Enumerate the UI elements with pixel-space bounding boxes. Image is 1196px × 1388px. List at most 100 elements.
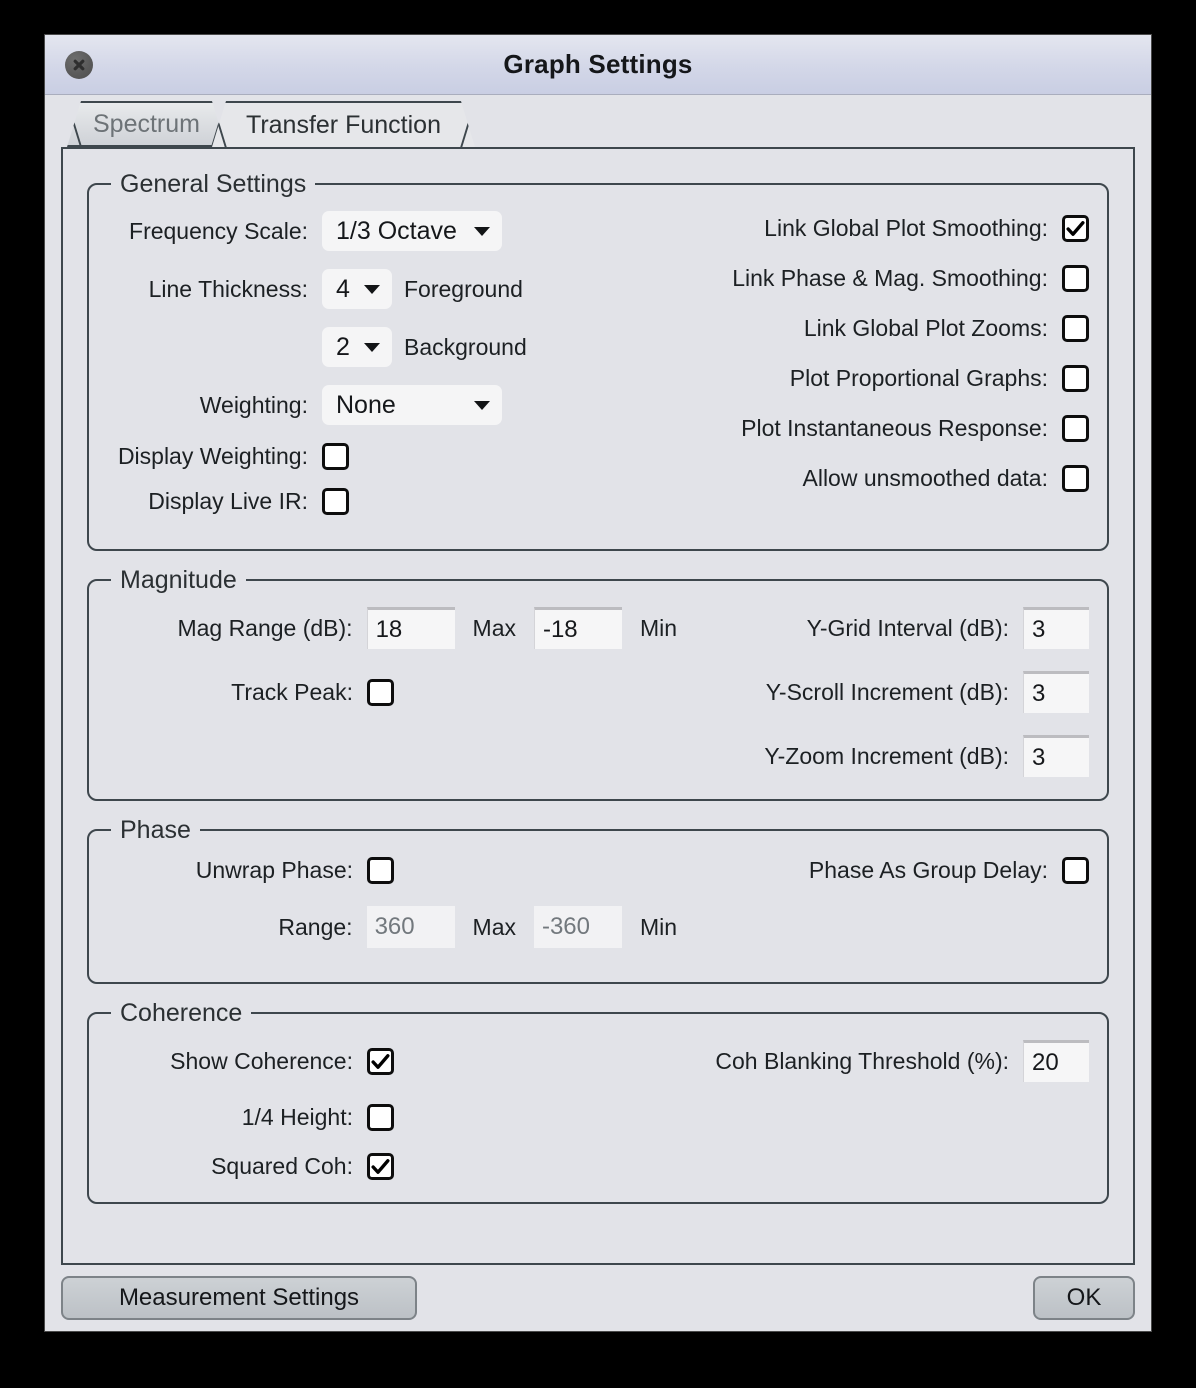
field-link-global-plot-smoothing: Link Global Plot Smoothing: xyxy=(607,215,1089,242)
chevron-down-icon xyxy=(364,284,380,294)
track-peak-checkbox[interactable] xyxy=(367,678,394,706)
phase-as-group-delay-label: Phase As Group Delay: xyxy=(808,857,1048,883)
field-display-weighting: Display Weighting: xyxy=(107,443,607,470)
mag-range-min-label: Min xyxy=(639,614,677,641)
display-weighting-label: Display Weighting: xyxy=(117,443,308,469)
weighting-value: None xyxy=(336,390,396,419)
link-global-plot-zooms-checkbox[interactable] xyxy=(1062,315,1089,342)
y-zoom-increment-input[interactable] xyxy=(1023,735,1089,777)
y-grid-interval-label: Y-Grid Interval (dB): xyxy=(806,614,1009,641)
group-general-settings-legend: General Settings xyxy=(111,170,316,199)
link-global-plot-zooms-label: Link Global Plot Zooms: xyxy=(803,315,1048,341)
coh-blanking-threshold-input[interactable] xyxy=(1023,1040,1089,1082)
squared-coh-checkbox[interactable] xyxy=(367,1153,394,1180)
foreground-label: Foreground xyxy=(404,275,523,302)
show-coherence-label: Show Coherence: xyxy=(170,1047,353,1074)
frequency-scale-dropdown[interactable]: 1/3 Octave xyxy=(322,211,502,251)
page-title: Graph Settings xyxy=(503,49,693,79)
tab-transfer-function-label: Transfer Function xyxy=(245,110,441,139)
quarter-height-label: 1/4 Height: xyxy=(241,1104,353,1130)
phase-range-max-label: Max xyxy=(472,913,516,940)
field-line-thickness-background: 2 Background xyxy=(107,327,607,367)
line-thickness-foreground-value: 4 xyxy=(336,274,350,303)
phase-range-min-input[interactable] xyxy=(533,906,622,948)
chevron-down-icon xyxy=(474,400,490,410)
chevron-down-icon xyxy=(364,342,380,352)
y-grid-interval-input[interactable] xyxy=(1023,607,1089,649)
display-weighting-checkbox[interactable] xyxy=(322,443,349,470)
measurement-settings-button[interactable]: Measurement Settings xyxy=(61,1276,417,1320)
unwrap-phase-checkbox[interactable] xyxy=(367,857,394,884)
tab-spectrum[interactable]: Spectrum xyxy=(67,101,226,147)
line-thickness-background-dropdown[interactable]: 2 xyxy=(322,327,392,367)
field-y-zoom-increment: Y-Zoom Increment (dB): xyxy=(107,735,1089,777)
line-thickness-label: Line Thickness: xyxy=(148,275,308,302)
tab-transfer-function[interactable]: Transfer Function xyxy=(212,101,475,147)
link-phase-mag-smoothing-checkbox[interactable] xyxy=(1062,265,1089,292)
mag-range-max-input[interactable] xyxy=(366,607,455,649)
field-weighting: Weighting: None xyxy=(107,385,607,425)
track-peak-label: Track Peak: xyxy=(231,678,353,705)
field-show-coherence: Show Coherence: Coh Blanking Threshold (… xyxy=(107,1040,1089,1082)
graph-settings-dialog: Graph Settings Spectrum Transfer Functio… xyxy=(45,35,1151,1331)
line-thickness-foreground-dropdown[interactable]: 4 xyxy=(322,269,392,309)
field-mag-range: Mag Range (dB): Max Min Y-Grid Interval … xyxy=(107,607,1089,649)
close-icon[interactable] xyxy=(65,50,93,79)
phase-range-min-label: Min xyxy=(639,913,677,940)
weighting-label: Weighting: xyxy=(199,391,308,418)
weighting-dropdown[interactable]: None xyxy=(322,385,502,425)
mag-range-label: Mag Range (dB): xyxy=(177,614,353,641)
ok-button[interactable]: OK xyxy=(1033,1276,1135,1320)
field-allow-unsmoothed-data: Allow unsmoothed data: xyxy=(607,465,1089,492)
y-scroll-increment-label: Y-Scroll Increment (dB): xyxy=(765,678,1009,705)
tab-bar: Spectrum Transfer Function xyxy=(45,95,1151,147)
field-link-global-plot-zooms: Link Global Plot Zooms: xyxy=(607,315,1089,342)
field-track-peak: Track Peak: Y-Scroll Increment (dB): xyxy=(107,671,1089,713)
field-plot-proportional-graphs: Plot Proportional Graphs: xyxy=(607,365,1089,392)
allow-unsmoothed-data-label: Allow unsmoothed data: xyxy=(802,465,1049,491)
plot-instantaneous-response-label: Plot Instantaneous Response: xyxy=(741,415,1048,441)
quarter-height-checkbox[interactable] xyxy=(367,1104,394,1131)
plot-proportional-graphs-checkbox[interactable] xyxy=(1062,365,1089,392)
field-link-phase-mag-smoothing: Link Phase & Mag. Smoothing: xyxy=(607,265,1089,292)
field-plot-instantaneous-response: Plot Instantaneous Response: xyxy=(607,415,1089,442)
link-global-plot-smoothing-checkbox[interactable] xyxy=(1062,215,1089,242)
plot-instantaneous-response-checkbox[interactable] xyxy=(1062,415,1089,442)
field-quarter-height: 1/4 Height: xyxy=(107,1104,1089,1131)
mag-range-max-label: Max xyxy=(472,614,516,641)
phase-as-group-delay-checkbox[interactable] xyxy=(1062,857,1089,884)
group-magnitude-legend: Magnitude xyxy=(111,566,246,595)
field-phase-range: Range: Max Min xyxy=(107,906,1089,948)
titlebar: Graph Settings xyxy=(45,35,1151,95)
dialog-footer: Measurement Settings OK xyxy=(45,1265,1151,1331)
show-coherence-checkbox[interactable] xyxy=(367,1047,394,1075)
display-live-ir-label: Display Live IR: xyxy=(148,488,308,514)
coh-blanking-threshold-label: Coh Blanking Threshold (%): xyxy=(715,1047,1009,1074)
group-phase-legend: Phase xyxy=(111,816,200,845)
link-phase-mag-smoothing-label: Link Phase & Mag. Smoothing: xyxy=(732,265,1048,291)
link-global-plot-smoothing-label: Link Global Plot Smoothing: xyxy=(764,215,1048,241)
group-coherence-legend: Coherence xyxy=(111,999,252,1028)
phase-range-max-input[interactable] xyxy=(366,906,455,948)
y-zoom-increment-label: Y-Zoom Increment (dB): xyxy=(764,742,1009,769)
chevron-down-icon xyxy=(474,226,490,236)
tab-spectrum-label: Spectrum xyxy=(93,109,200,138)
group-coherence: Coherence Show Coherence: Coh Blanking T… xyxy=(87,999,1109,1204)
tab-panel-transfer-function: General Settings Frequency Scale: 1/3 Oc… xyxy=(61,147,1135,1265)
allow-unsmoothed-data-checkbox[interactable] xyxy=(1062,465,1089,492)
field-display-live-ir: Display Live IR: xyxy=(107,488,607,515)
y-scroll-increment-input[interactable] xyxy=(1023,671,1089,713)
field-frequency-scale: Frequency Scale: 1/3 Octave xyxy=(107,211,607,251)
frequency-scale-value: 1/3 Octave xyxy=(336,216,457,245)
group-magnitude: Magnitude Mag Range (dB): Max Min Y-Grid… xyxy=(87,566,1109,801)
group-general-settings: General Settings Frequency Scale: 1/3 Oc… xyxy=(87,170,1109,551)
plot-proportional-graphs-label: Plot Proportional Graphs: xyxy=(789,365,1048,391)
display-live-ir-checkbox[interactable] xyxy=(322,488,349,515)
field-unwrap-phase: Unwrap Phase: Phase As Group Delay: xyxy=(107,857,1089,884)
unwrap-phase-label: Unwrap Phase: xyxy=(195,857,353,883)
squared-coh-label: Squared Coh: xyxy=(211,1153,353,1179)
phase-range-label: Range: xyxy=(278,913,353,940)
mag-range-min-input[interactable] xyxy=(533,607,622,649)
background-label: Background xyxy=(404,333,527,360)
field-line-thickness-foreground: Line Thickness: 4 Foreground xyxy=(107,269,607,309)
